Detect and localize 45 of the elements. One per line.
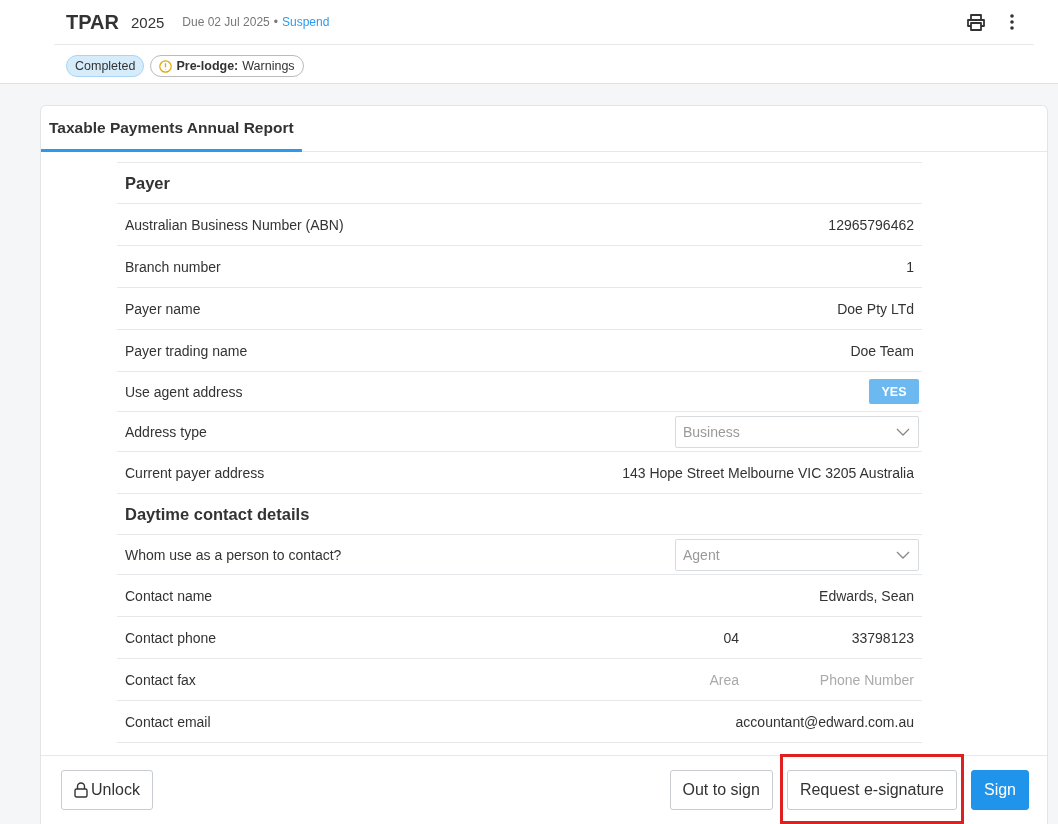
sign-button[interactable]: Sign	[970, 770, 1029, 810]
field-label: Current payer address	[125, 464, 265, 481]
field-label: Address type	[125, 423, 207, 440]
phone-number-placeholder[interactable]: Phone Number	[739, 671, 914, 688]
chevron-down-icon	[896, 550, 910, 559]
field-label: Branch number	[125, 258, 221, 275]
action-button[interactable]: Request e-signature	[786, 770, 957, 810]
field-label: Use agent address	[125, 383, 243, 400]
field-value: 143 Hope Street Melbourne VIC 3205 Australia	[622, 464, 914, 481]
field-value: accountant@edward.com.au	[735, 713, 914, 730]
tab[interactable]: Taxable Payments Annual Report	[41, 106, 302, 152]
field-label: Payer name	[125, 300, 201, 317]
area-code-field[interactable]: 04	[623, 629, 739, 646]
suspend-link[interactable]: Suspend	[281, 15, 330, 29]
section-title: Payer	[117, 163, 922, 204]
separator-dot: •	[273, 15, 278, 29]
unlock-button[interactable]: Unlock	[61, 770, 153, 810]
toggle-button[interactable]: YES	[869, 379, 919, 404]
field-value: Doe Team	[850, 342, 914, 359]
field-label: Whom use as a person to contact?	[125, 546, 342, 563]
field-value: Edwards, Sean	[819, 587, 914, 604]
due-date: Due 02 Jul 2025	[182, 15, 270, 29]
field-label: Australian Business Number (ABN)	[125, 216, 344, 233]
warning-badge: Pre-lodge: Warnings	[150, 55, 304, 77]
page-title: TPAR	[66, 10, 119, 34]
status-badge: Completed	[66, 55, 145, 77]
section-title: Daytime contact details	[117, 494, 922, 535]
field-value: 12965796462	[828, 216, 914, 233]
area-code-placeholder[interactable]: Area	[623, 671, 739, 688]
field-value: 1	[906, 258, 914, 275]
field-label: Contact email	[125, 713, 211, 730]
chevron-down-icon	[896, 427, 910, 436]
field-value: Doe Pty LTd	[837, 300, 914, 317]
phone-number-field[interactable]: 33798123	[739, 629, 914, 646]
action-button[interactable]: Out to sign	[669, 770, 773, 810]
year-label: 2025	[130, 13, 165, 31]
dropdown[interactable]: Business	[675, 415, 919, 448]
field-label: Contact name	[125, 587, 213, 604]
more-vertical-icon[interactable]	[1010, 14, 1014, 30]
dropdown[interactable]: Agent	[675, 538, 919, 571]
printer-icon[interactable]	[966, 13, 986, 31]
field-label: Contact phone	[125, 629, 217, 646]
field-label: Payer trading name	[125, 342, 248, 359]
field-label: Contact fax	[125, 671, 196, 688]
lock-icon	[74, 782, 88, 798]
